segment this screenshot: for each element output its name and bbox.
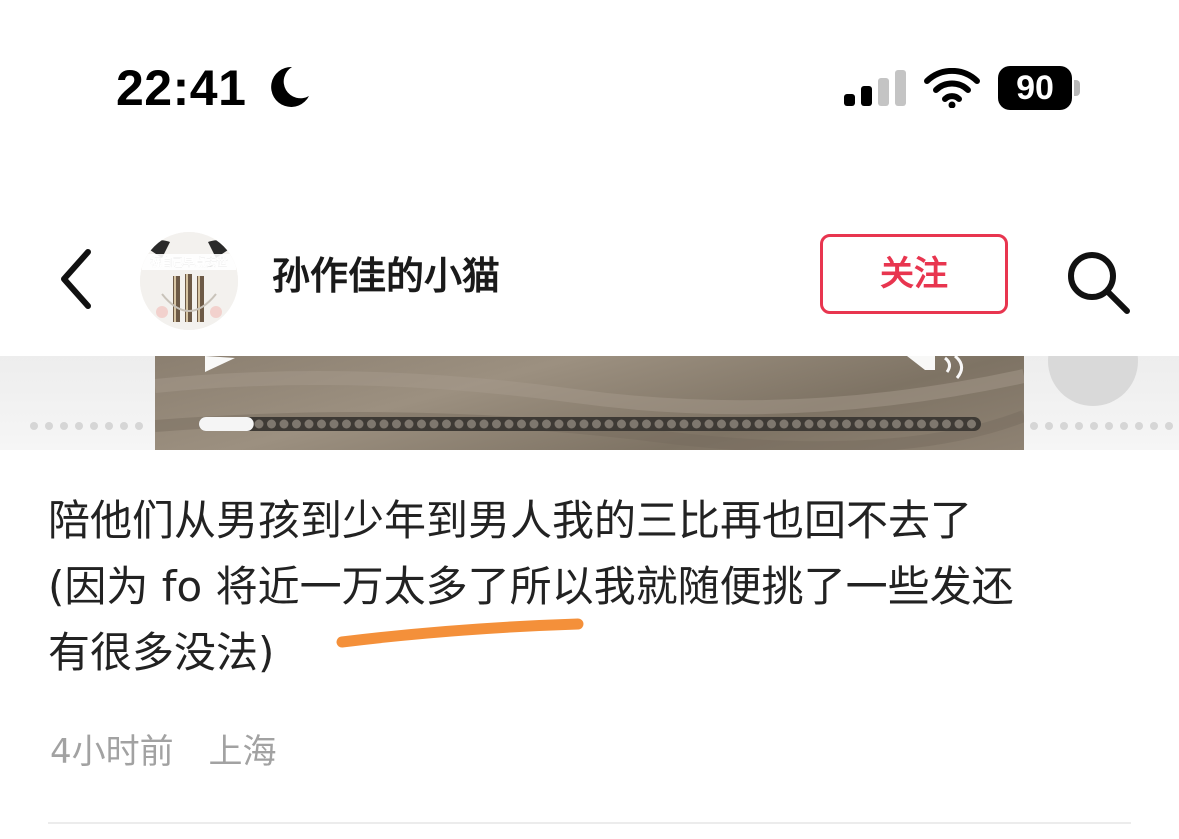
username[interactable]: 孙作佳的小猫 [272, 248, 500, 304]
status-bar: 22:41 90 [0, 0, 1179, 150]
search-button[interactable] [1058, 242, 1138, 322]
video-overlay [155, 356, 1024, 450]
play-icon [205, 356, 235, 372]
post-text: 陪他们从男孩到少年到男人我的三比再也回不去了 (因为 fo 将近一万太多了所以我… [48, 496, 1014, 677]
moon-icon [271, 66, 309, 107]
search-icon [1068, 252, 1130, 314]
video-thumbnail[interactable] [155, 356, 1024, 450]
follow-button[interactable]: 关注 [820, 234, 1008, 314]
status-time: 22:41 [116, 60, 247, 116]
annotation-underline [336, 618, 584, 648]
progress-track [199, 417, 981, 431]
avatar[interactable]: 祝自己早点去世 [140, 232, 238, 330]
chevron-left-icon [61, 249, 91, 309]
avatar-caption: 祝自己早点去世 [151, 255, 228, 269]
cellular-signal-icon [844, 70, 906, 106]
avatar-image: 祝自己早点去世 [140, 232, 238, 330]
battery-cap [1074, 80, 1080, 96]
back-button[interactable] [48, 244, 104, 314]
post-time: 4小时前 [50, 732, 174, 772]
post-meta: 4小时前 上海 [50, 728, 276, 776]
wifi-icon [924, 68, 980, 108]
profile-header: 祝自己早点去世 孙作佳的小猫 关注 [0, 224, 1179, 334]
media-preview[interactable] [0, 356, 1179, 450]
post-location[interactable]: 上海 [208, 732, 276, 772]
progress-fill [199, 417, 254, 431]
battery-level: 90 [998, 66, 1072, 110]
battery-icon: 90 [998, 66, 1082, 110]
divider [48, 822, 1131, 824]
volume-icon [907, 356, 963, 379]
